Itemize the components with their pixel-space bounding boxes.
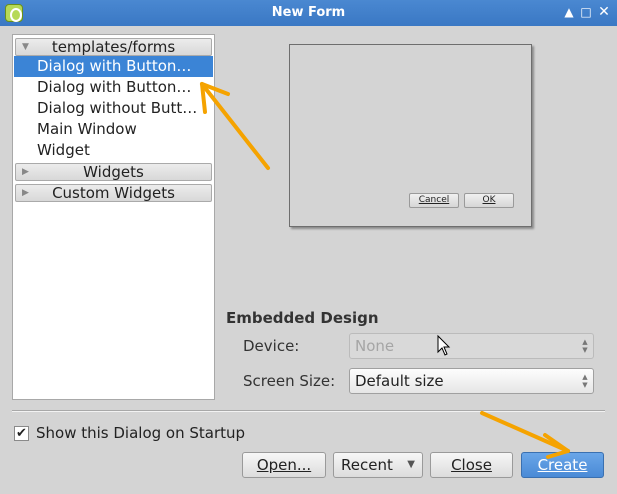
category-label: Widgets [83, 163, 144, 181]
recent-button[interactable]: Recent ▼ [333, 452, 423, 478]
show-on-startup-label[interactable]: Show this Dialog on Startup [36, 424, 245, 442]
device-label: Device: [243, 337, 300, 355]
tree-item-template[interactable]: Dialog with Button… [14, 77, 213, 98]
spin-arrows-icon: ▲ ▼ [582, 373, 588, 389]
collapse-arrow-icon[interactable]: ▶ [22, 164, 29, 180]
category-label: Custom Widgets [52, 184, 175, 202]
tree-item-template[interactable]: Widget [14, 140, 213, 161]
window-title: New Form [271, 5, 346, 20]
preview-cancel-button: Cancel [409, 193, 459, 208]
embedded-design-heading: Embedded Design [226, 309, 379, 327]
tree-item-template[interactable]: Main Window [14, 119, 213, 140]
shade-up-icon[interactable]: ▲ [561, 4, 577, 20]
dropdown-caret-icon: ▼ [407, 459, 415, 470]
create-button[interactable]: Create [521, 452, 604, 478]
recent-label: Recent [341, 456, 393, 474]
category-custom-widgets[interactable]: ▶ Custom Widgets [15, 184, 212, 202]
category-templates-forms[interactable]: ▼ templates/forms [15, 38, 212, 56]
template-tree[interactable]: ▼ templates/forms Dialog with Button… Di… [12, 34, 215, 400]
separator [12, 410, 605, 412]
annotation-arrow-icon [480, 411, 570, 459]
tree-item-template[interactable]: Dialog with Button… [14, 56, 213, 77]
show-on-startup-checkbox[interactable]: ✔ [14, 426, 29, 441]
tree-item-template[interactable]: Dialog without Butt… [14, 98, 213, 119]
screen-size-label: Screen Size: [243, 372, 336, 390]
close-button[interactable]: Close [430, 452, 513, 478]
form-preview: Cancel OK [289, 44, 532, 227]
screen-size-value: Default size [355, 372, 444, 390]
category-widgets[interactable]: ▶ Widgets [15, 163, 212, 181]
collapse-arrow-icon[interactable]: ▶ [22, 185, 29, 201]
open-button[interactable]: Open... [242, 452, 326, 478]
device-select: None ▲ ▼ [349, 333, 594, 359]
device-value: None [355, 337, 395, 355]
spin-arrows-icon: ▲ ▼ [582, 338, 588, 354]
maximize-icon[interactable]: □ [578, 4, 594, 20]
screen-size-select[interactable]: Default size ▲ ▼ [349, 368, 594, 394]
expand-arrow-icon[interactable]: ▼ [22, 39, 29, 55]
close-icon[interactable]: ✕ [596, 4, 612, 20]
category-label: templates/forms [51, 38, 176, 56]
preview-ok-button: OK [464, 193, 514, 208]
title-bar: New Form ▲ □ ✕ [0, 0, 617, 26]
